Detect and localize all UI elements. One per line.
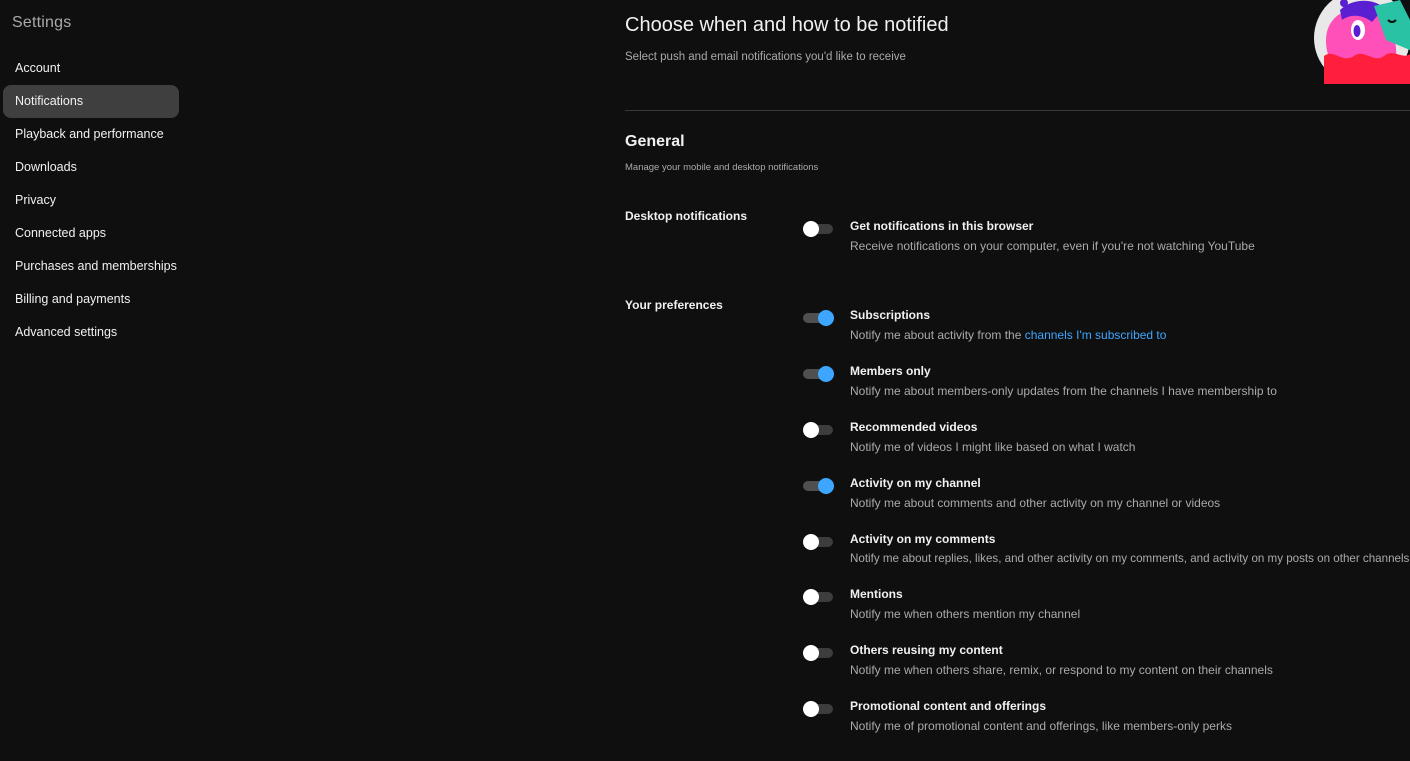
toggle-knob [818, 310, 834, 326]
setting-description: Notify me when others mention my channel [850, 607, 1081, 621]
toggle-knob [803, 589, 819, 605]
subscriptions-toggle[interactable] [803, 310, 835, 326]
toggle-knob [803, 534, 819, 550]
setting-title: Get notifications in this browser [850, 219, 1034, 233]
section-title: General [625, 133, 685, 150]
mascot-illustration [1314, 0, 1410, 86]
setting-title: Activity on my comments [850, 532, 996, 546]
settings-sidebar: Settings Account Notifications Playback … [0, 0, 184, 761]
setting-recommended-videos: Recommended videos Notify me of videos I… [803, 420, 1410, 460]
toggle-knob [818, 478, 834, 494]
toggle-knob [803, 645, 819, 661]
promotional-toggle[interactable] [803, 701, 835, 717]
setting-promotional: Promotional content and offerings Notify… [803, 699, 1410, 739]
sidebar-item-connected-apps[interactable]: Connected apps [3, 217, 179, 250]
sidebar-item-privacy[interactable]: Privacy [3, 184, 179, 217]
toggle-knob [803, 221, 819, 237]
toggle-knob [803, 701, 819, 717]
sidebar-item-playback[interactable]: Playback and performance [3, 118, 179, 151]
setting-description: Notify me of promotional content and off… [850, 719, 1232, 733]
recommended-videos-toggle[interactable] [803, 422, 835, 438]
sidebar-item-purchases[interactable]: Purchases and memberships [3, 250, 179, 283]
settings-nav: Account Notifications Playback and perfo… [3, 52, 179, 349]
setting-title: Activity on my channel [850, 476, 981, 490]
setting-title: Recommended videos [850, 420, 978, 434]
setting-description: Notify me about members-only updates fro… [850, 384, 1277, 398]
members-only-toggle[interactable] [803, 366, 835, 382]
sidebar-item-notifications[interactable]: Notifications [3, 85, 179, 118]
setting-activity-comments: Activity on my comments Notify me about … [803, 532, 1410, 572]
setting-description: Notify me about activity from the channe… [850, 328, 1166, 342]
page-title: Choose when and how to be notified [625, 14, 949, 36]
sidebar-item-downloads[interactable]: Downloads [3, 151, 179, 184]
sidebar-item-billing[interactable]: Billing and payments [3, 283, 179, 316]
setting-description: Notify me about replies, likes, and othe… [850, 552, 1410, 565]
setting-browser-notifications: Get notifications in this browser Receiv… [803, 219, 1410, 259]
description-text: Notify me about activity from the [850, 328, 1025, 342]
others-reusing-toggle[interactable] [803, 645, 835, 661]
desktop-notifications-label: Desktop notifications [625, 209, 748, 223]
notification-mascot-icon [1312, 0, 1410, 86]
notifications-panel: Choose when and how to be notified Selec… [625, 0, 1410, 761]
subscribed-channels-link[interactable]: channels I'm subscribed to [1025, 328, 1167, 342]
activity-channel-toggle[interactable] [803, 478, 835, 494]
setting-description: Notify me about comments and other activ… [850, 496, 1221, 510]
setting-description: Notify me when others share, remix, or r… [850, 663, 1273, 677]
setting-title: Promotional content and offerings [850, 699, 1047, 713]
divider [625, 110, 1410, 111]
sidebar-title: Settings [12, 14, 72, 31]
setting-others-reusing: Others reusing my content Notify me when… [803, 643, 1410, 683]
setting-description: Receive notifications on your computer, … [850, 239, 1255, 253]
sidebar-item-advanced[interactable]: Advanced settings [3, 316, 179, 349]
your-preferences-label: Your preferences [625, 298, 723, 312]
setting-title: Members only [850, 364, 931, 378]
browser-notifications-toggle[interactable] [803, 221, 835, 237]
setting-title: Mentions [850, 587, 903, 601]
setting-activity-channel: Activity on my channel Notify me about c… [803, 476, 1410, 516]
page-subtitle: Select push and email notifications you'… [625, 51, 906, 63]
section-subtitle: Manage your mobile and desktop notificat… [625, 162, 819, 173]
toggle-knob [803, 422, 819, 438]
activity-comments-toggle[interactable] [803, 534, 835, 550]
mentions-toggle[interactable] [803, 589, 835, 605]
setting-description: Notify me of videos I might like based o… [850, 440, 1136, 454]
setting-mentions: Mentions Notify me when others mention m… [803, 587, 1410, 627]
setting-subscriptions: Subscriptions Notify me about activity f… [803, 308, 1410, 348]
toggle-knob [818, 366, 834, 382]
setting-members-only: Members only Notify me about members-onl… [803, 364, 1410, 404]
setting-title: Others reusing my content [850, 643, 1003, 657]
setting-title: Subscriptions [850, 308, 931, 322]
sidebar-item-account[interactable]: Account [3, 52, 179, 85]
